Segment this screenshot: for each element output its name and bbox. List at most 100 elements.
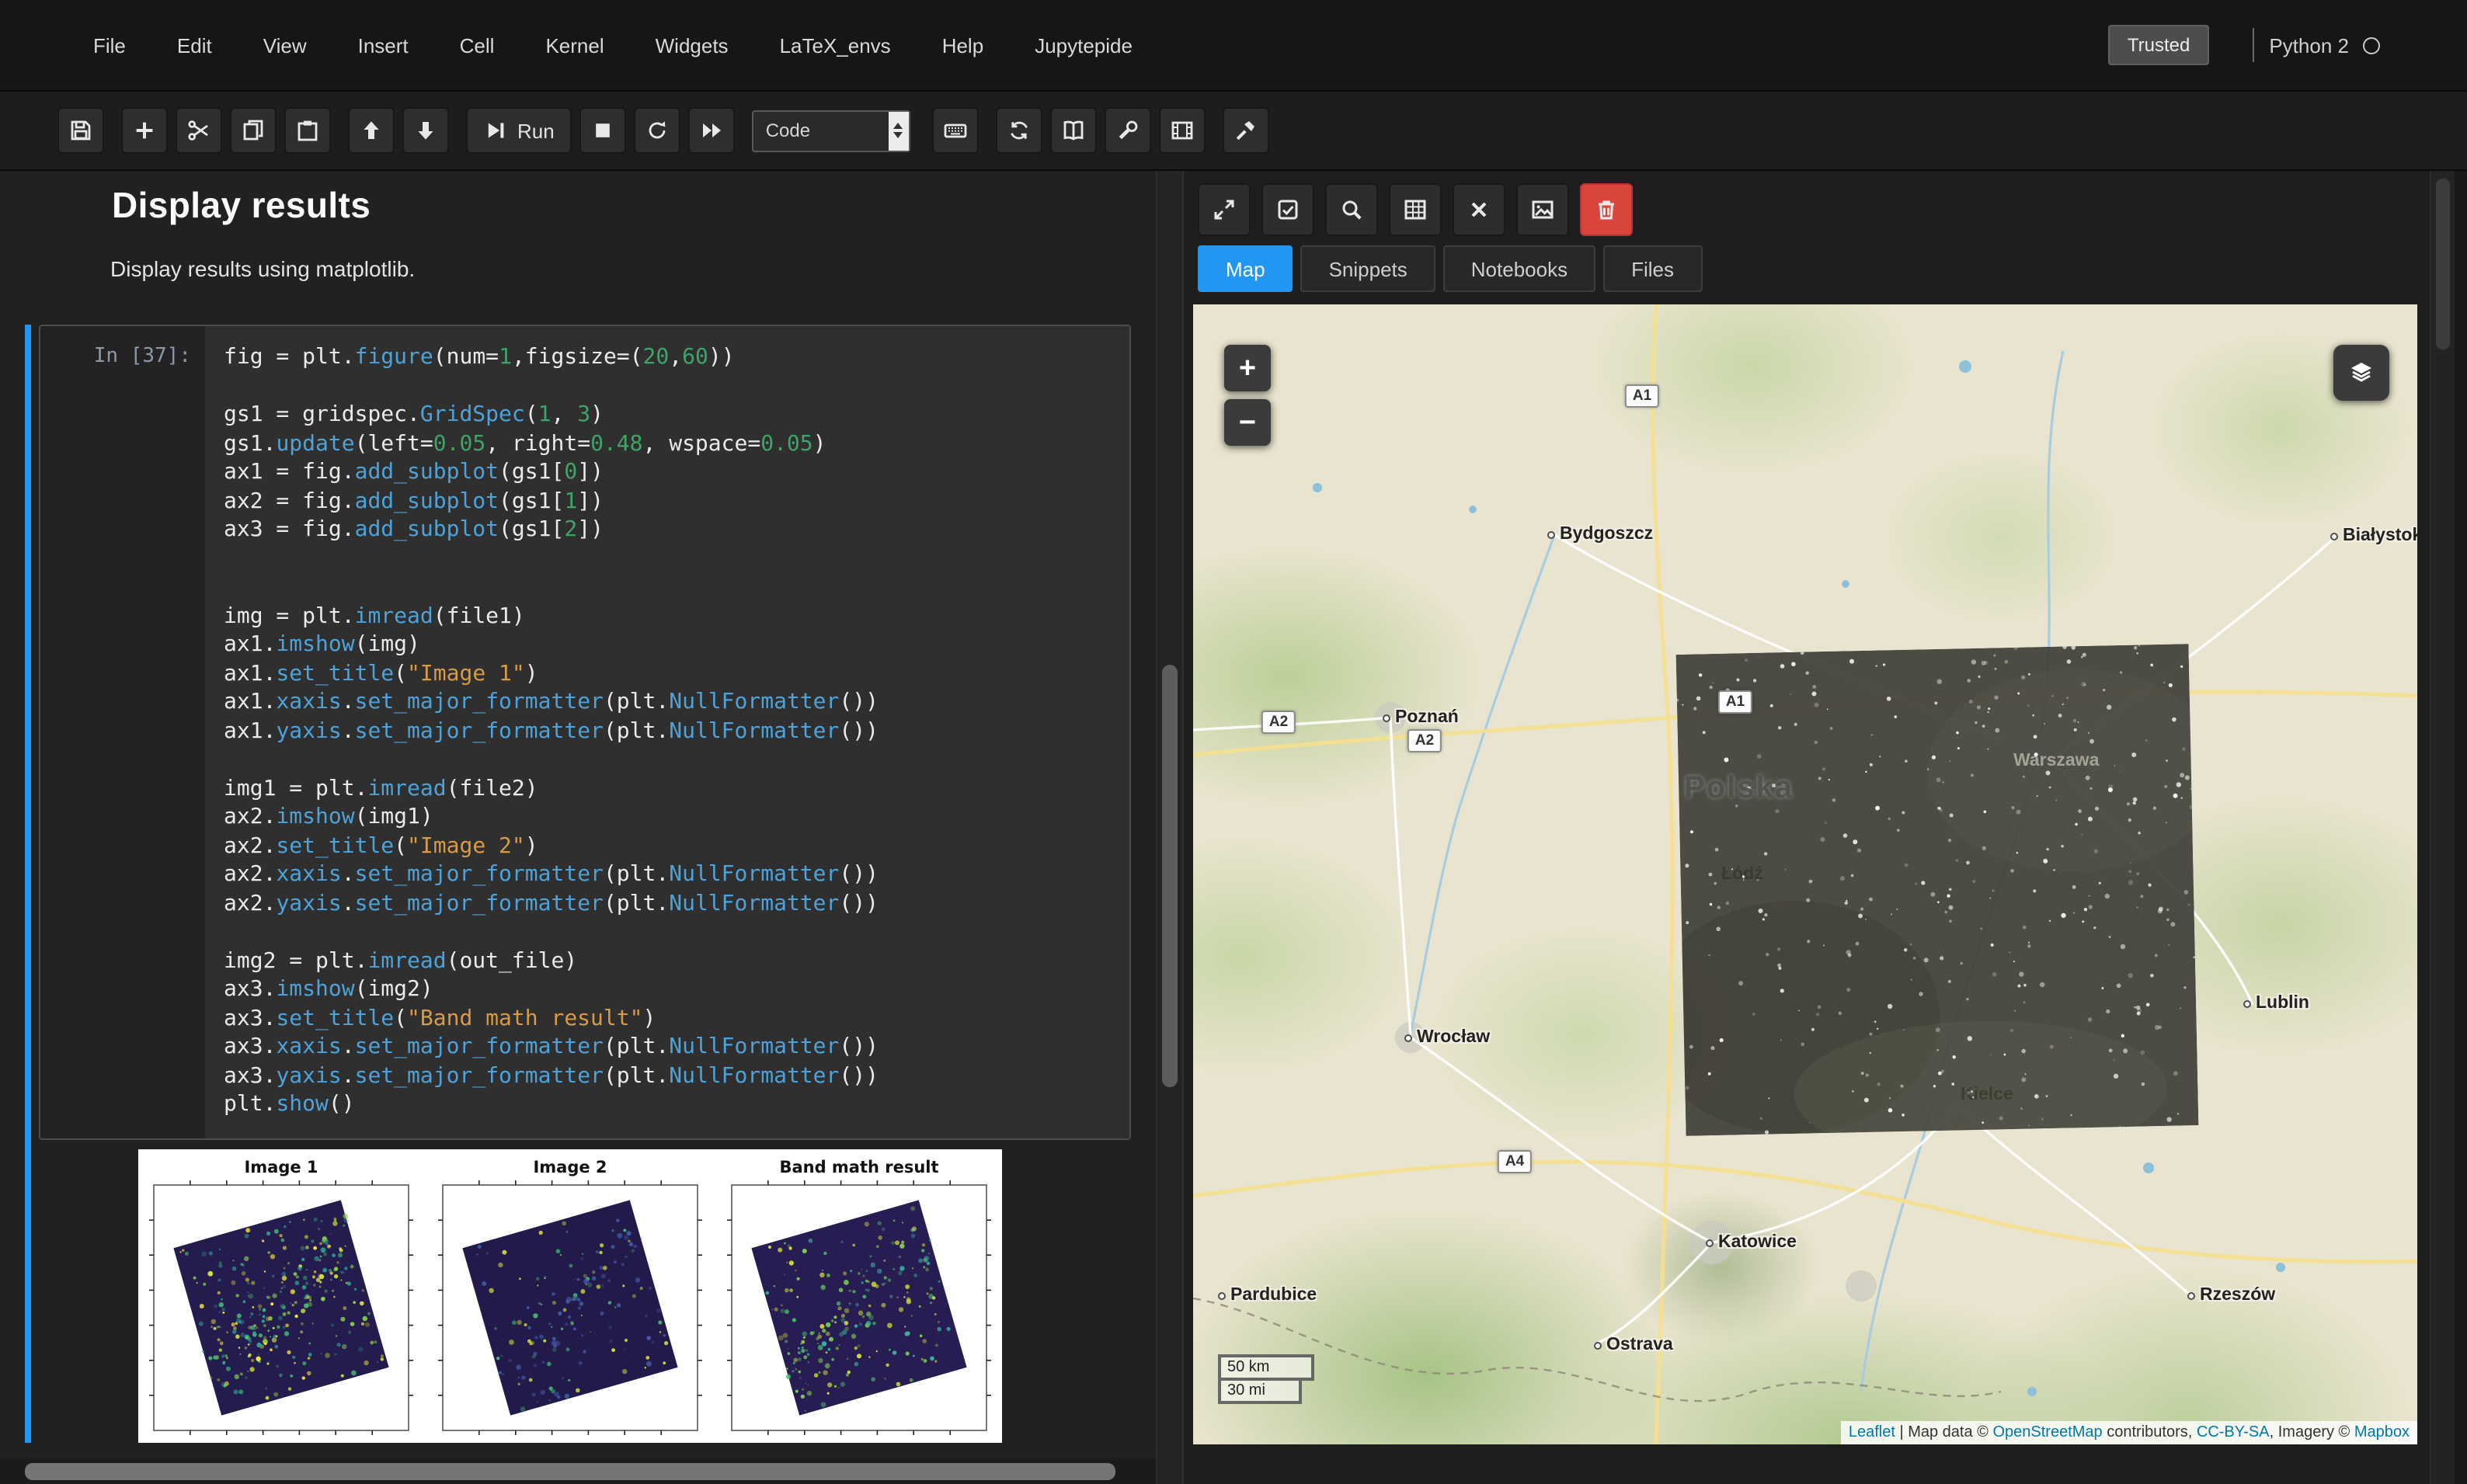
cell-type-value: Code [765,120,811,141]
menu-item-insert[interactable]: Insert [358,33,409,57]
cut-cells-button[interactable] [176,107,222,154]
code-cell[interactable]: In [37]: fig = plt.figure(num=1,figsize=… [25,325,1131,1442]
add-cell-button[interactable] [121,107,168,154]
arrow-up-icon [364,121,379,139]
close-button[interactable] [1453,183,1505,236]
attribution-link[interactable]: CC-BY-SA [2197,1424,2270,1441]
move-cell-down-button[interactable] [402,107,449,154]
scale-km: 50 km [1218,1354,1314,1381]
expand-button[interactable] [1198,183,1251,236]
menu-item-view[interactable]: View [263,33,307,57]
road-badge-a2: A2 [1261,711,1296,734]
restart-run-all-button[interactable] [687,107,735,154]
wrench-button[interactable] [1104,107,1151,154]
city-dot-icon [1706,1239,1714,1246]
copy-icon [243,120,263,141]
clipboard-icon [298,120,318,141]
tab-files[interactable]: Files [1603,245,1702,292]
satellite-overlay-art [1644,644,2222,1162]
run-button[interactable]: Run [466,107,572,154]
cell-output: Image 1 Image 2 Band math result [138,1149,1131,1442]
book-button[interactable] [1049,107,1097,154]
arrow-down-icon [418,122,433,140]
layers-icon [2351,363,2371,382]
horizontal-scrollbar-thumb[interactable] [25,1462,1115,1479]
zoom-in-button[interactable]: + [1224,345,1271,391]
zoom-out-button[interactable]: − [1224,399,1271,446]
cell-input: In [37]: fig = plt.figure(num=1,figsize=… [39,325,1131,1139]
kernel-idle-icon [2363,36,2380,54]
interrupt-kernel-button[interactable] [579,107,626,154]
city-label: Poznań [1383,708,1459,727]
trusted-button[interactable]: Trusted [2108,25,2209,65]
page-scrollbar[interactable] [2430,171,2455,1484]
tab-map[interactable]: Map [1198,245,1293,292]
trash-icon [1599,200,1614,220]
copy-cells-button[interactable] [230,107,277,154]
sync-button[interactable] [995,107,1042,154]
menu-item-edit[interactable]: Edit [177,33,212,57]
menu-item-help[interactable]: Help [942,33,984,57]
save-button[interactable] [57,107,104,154]
restart-icon [649,121,666,139]
menu-item-cell[interactable]: Cell [460,33,495,57]
notebook-scrollbar[interactable] [1156,171,1184,1484]
tab-snippets[interactable]: Snippets [1300,245,1435,292]
satellite-overlay [1644,644,2222,1162]
image-export-button[interactable] [1516,183,1569,236]
city-dot-icon [1547,530,1555,538]
map-scale: 50 km 30 mi [1218,1354,1314,1404]
menu-item-file[interactable]: File [93,33,126,57]
attribution-link[interactable]: Leaflet [1849,1424,1895,1441]
layers-control[interactable] [2333,345,2389,401]
city-name: Bydgoszcz [1560,525,1654,544]
menu-item-kernel[interactable]: Kernel [545,33,604,57]
attribution-text: , Imagery © [2269,1424,2354,1441]
city-label: Lublin [2243,994,2309,1013]
side-panel: Map Snippets Notebooks Files Polska Bydg… [1184,171,2430,1484]
attribution-text: contributors, [2102,1424,2197,1441]
city-label: Pardubice [1218,1286,1317,1305]
checkbox-button[interactable] [1261,183,1314,236]
page-scrollbar-thumb[interactable] [2436,179,2450,349]
tools-button[interactable] [1222,107,1269,154]
city-label: Katowice [1706,1233,1797,1252]
zoom-control: + − [1224,345,1271,446]
paste-cells-button[interactable] [284,107,331,154]
scissors-icon [188,120,208,141]
city-label: Warszawa [2013,752,2099,770]
cell-type-dropdown[interactable]: Code [751,109,910,151]
map-view[interactable]: Polska Bydgoszcz Białystok Poznań Warszawa Ł… [1193,304,2417,1444]
attribution-link[interactable]: OpenStreetMap [1992,1424,2102,1441]
command-palette-button[interactable] [931,107,979,154]
grid-button[interactable] [1389,183,1442,236]
code-editor[interactable]: fig = plt.figure(num=1,figsize=(20,60)) … [205,326,1129,1138]
kernel-separator [2252,28,2254,62]
city-name: Warszawa [2013,752,2100,770]
search-button[interactable] [1325,183,1378,236]
attribution-link[interactable]: Mapbox [2354,1424,2410,1441]
delete-button[interactable] [1580,183,1633,236]
menubar: File Edit View Insert Cell Kernel Widgets LaTeX… [0,0,2467,90]
restart-kernel-button[interactable] [633,107,680,154]
film-grid-button[interactable] [1158,107,1206,154]
plus-icon [136,122,153,139]
tab-notebooks[interactable]: Notebooks [1442,245,1596,292]
move-cell-up-button[interactable] [348,107,395,154]
menu-item-latex_envs[interactable]: LaTeX_envs [780,33,891,57]
notebook-toolbar: Run Code [0,90,2467,171]
horizontal-scrollbar[interactable] [0,1458,1156,1484]
city-label: Kielce [1961,1086,2013,1104]
notebook-scrollbar-thumb[interactable] [1162,665,1178,1087]
checkbox-icon [1278,200,1298,220]
menu-item-jupytepide[interactable]: Jupytepide [1035,33,1133,57]
city-dot-icon [1404,1034,1412,1041]
film-icon [1171,121,1193,140]
svg-text:Image 2: Image 2 [533,1157,607,1176]
stop-icon [595,123,610,137]
city-name: Rzeszów [2200,1286,2276,1305]
figure-subplot: Image 2 [438,1157,702,1434]
city-name: Lublin [2256,994,2309,1013]
city-label: Rzeszów [2187,1286,2275,1305]
menu-item-widgets[interactable]: Widgets [656,33,729,57]
